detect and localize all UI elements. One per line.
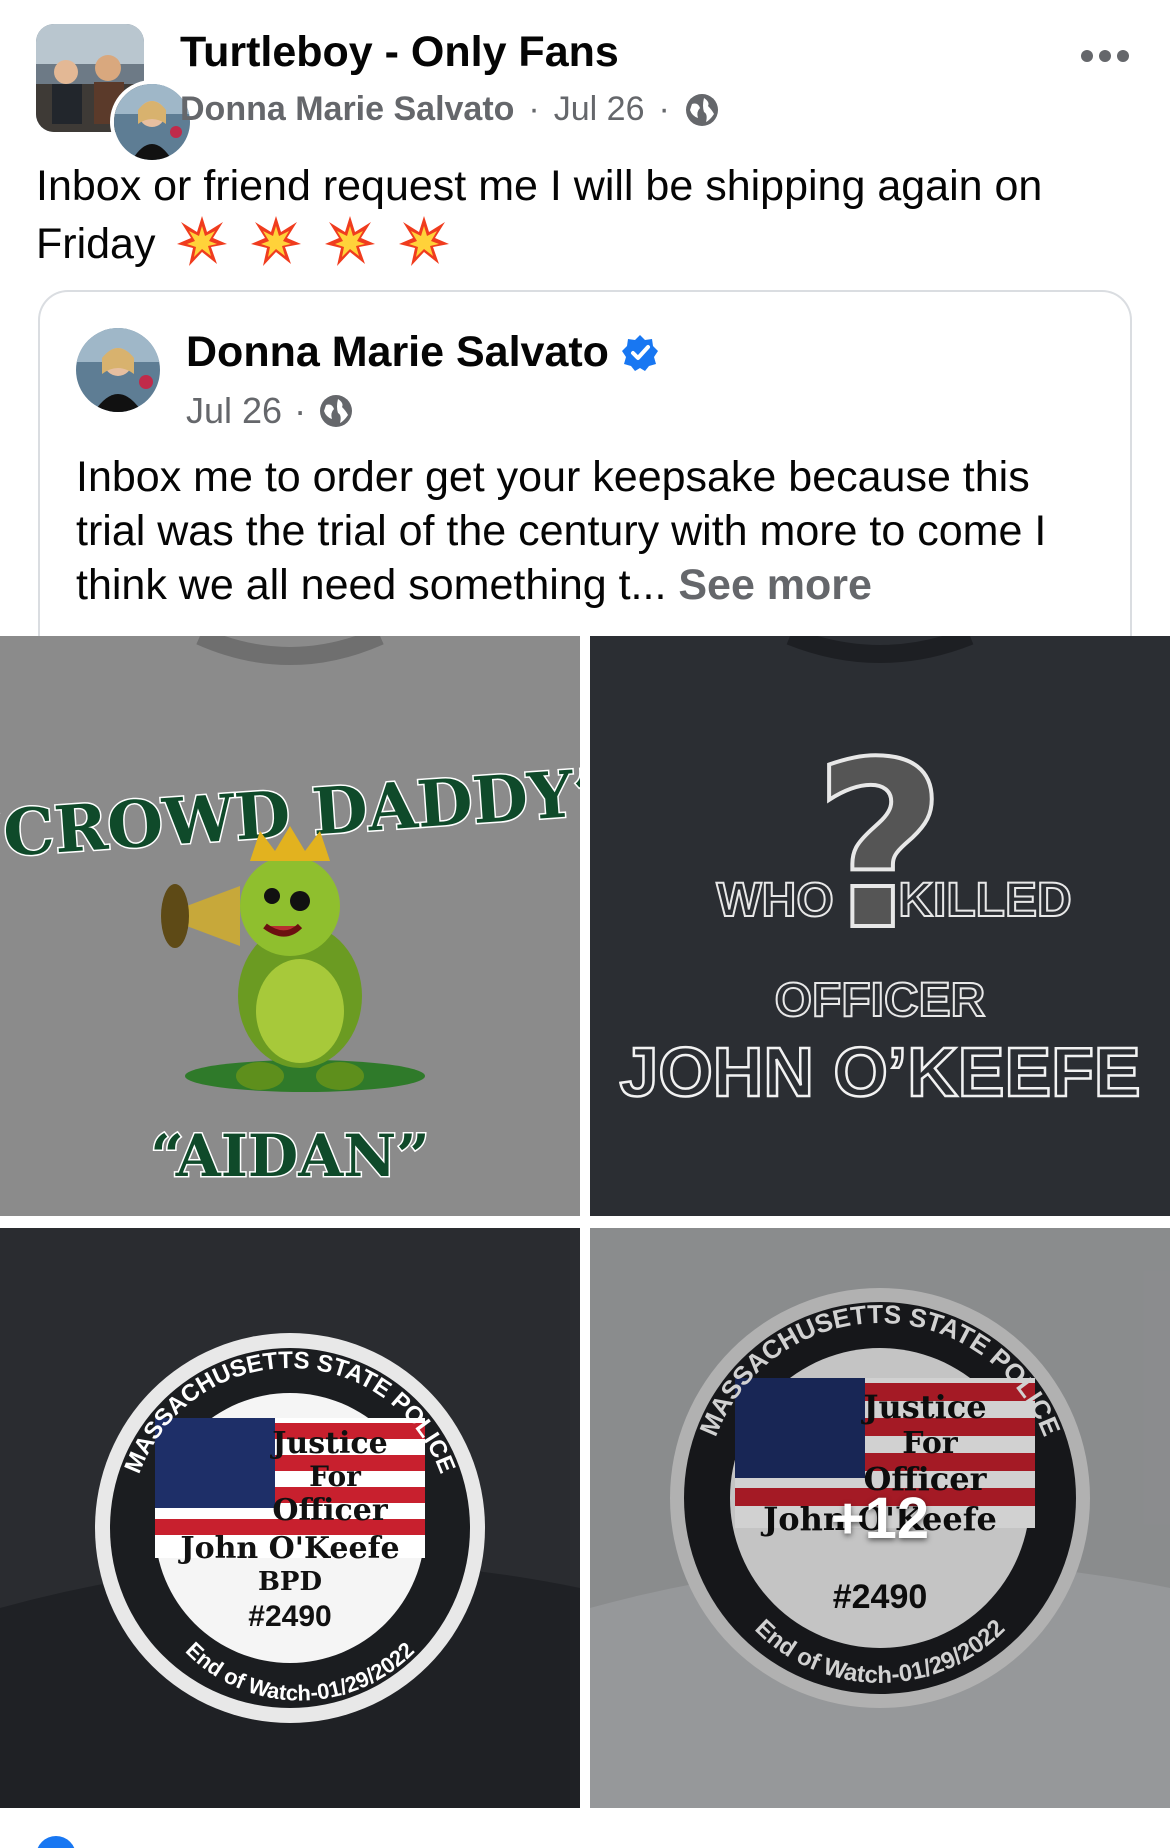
shared-author-label[interactable]: Donna Marie Salvato bbox=[186, 328, 609, 377]
shirt-text-officer: OFFICER bbox=[775, 974, 986, 1027]
shared-post-body: Inbox me to order get your keepsake beca… bbox=[76, 453, 1047, 609]
see-more-link[interactable]: See more bbox=[678, 561, 872, 609]
who-killed-shirt-graphic: ? WHO KILLED OFFICER JOHN O’KEEFE bbox=[590, 636, 1170, 1216]
patch-line-for: For bbox=[309, 1460, 362, 1493]
collision-emoji-icon bbox=[399, 216, 450, 266]
patch-line-justice: Justice bbox=[269, 1426, 388, 1461]
patch-line-bpd: BPD bbox=[258, 1567, 322, 1597]
dark-hat-patch-graphic: Justice For Officer John O'Keefe BPD #24… bbox=[0, 1228, 580, 1808]
photo-grid: “CROWD DADDY” “AIDAN” ? WHO KILLED OFFIC… bbox=[0, 636, 1170, 1808]
patch-badge-number: #2490 bbox=[248, 1600, 331, 1633]
photo-crowd-daddy-shirt[interactable]: “CROWD DADDY” “AIDAN” bbox=[0, 636, 580, 1216]
post-date[interactable]: Jul 26 bbox=[554, 90, 645, 129]
shared-author-name[interactable]: Donna Marie Salvato bbox=[186, 328, 659, 377]
more-options-icon[interactable] bbox=[1080, 46, 1130, 66]
more-photos-count[interactable]: +12 bbox=[831, 1485, 929, 1552]
crowd-daddy-shirt-graphic: “CROWD DADDY” “AIDAN” bbox=[0, 636, 580, 1216]
globe-icon bbox=[320, 395, 353, 427]
collision-emoji-icon bbox=[251, 216, 302, 266]
photo-dark-hat-patch[interactable]: Justice For Officer John O'Keefe BPD #24… bbox=[0, 1228, 580, 1808]
verified-badge-icon bbox=[621, 334, 658, 371]
photo-who-killed-shirt[interactable]: ? WHO KILLED OFFICER JOHN O’KEEFE bbox=[590, 636, 1170, 1216]
post-text: Inbox or friend request me I will be shi… bbox=[36, 158, 1146, 272]
shirt-text-killed: KILLED bbox=[898, 874, 1071, 927]
shared-post-card[interactable]: Donna Marie Salvato Jul 26 · Inbox me to… bbox=[38, 290, 1132, 650]
post-meta: Donna Marie Salvato · Jul 26 · bbox=[180, 90, 720, 129]
shirt-caption-bottom: “AIDAN” bbox=[150, 1122, 429, 1190]
more-photos-overlay[interactable]: +12 bbox=[590, 1228, 1170, 1808]
meta-separator: · bbox=[528, 90, 540, 128]
author-name[interactable]: Donna Marie Salvato bbox=[180, 90, 514, 129]
patch-line-officer: Officer bbox=[272, 1493, 389, 1528]
shirt-text-name: JOHN O’KEEFE bbox=[619, 1033, 1140, 1111]
shared-post-text: Inbox me to order get your keepsake beca… bbox=[76, 450, 1106, 612]
patch-line-name: John O'Keefe bbox=[177, 1531, 399, 1566]
avatar-group[interactable] bbox=[36, 24, 194, 164]
photo-light-hat-patch[interactable]: Justice For Officer John O'Keefe #2490 M… bbox=[590, 1228, 1170, 1808]
shared-post-meta: Jul 26 · bbox=[186, 390, 354, 432]
shirt-text-who: WHO bbox=[716, 874, 833, 927]
meta-separator: · bbox=[294, 390, 307, 431]
shared-post-date[interactable]: Jul 26 bbox=[186, 390, 282, 432]
reaction-icon bbox=[36, 1836, 76, 1848]
shared-author-avatar[interactable] bbox=[76, 328, 160, 412]
collision-emoji-icon bbox=[325, 216, 376, 266]
collision-emoji-icon bbox=[177, 216, 228, 266]
globe-icon bbox=[685, 93, 718, 126]
question-mark-icon: ? bbox=[813, 714, 946, 981]
post-header: Turtleboy - Only Fans Donna Marie Salvat… bbox=[0, 0, 1170, 164]
meta-separator: · bbox=[658, 90, 670, 128]
group-name[interactable]: Turtleboy - Only Fans bbox=[180, 28, 619, 77]
